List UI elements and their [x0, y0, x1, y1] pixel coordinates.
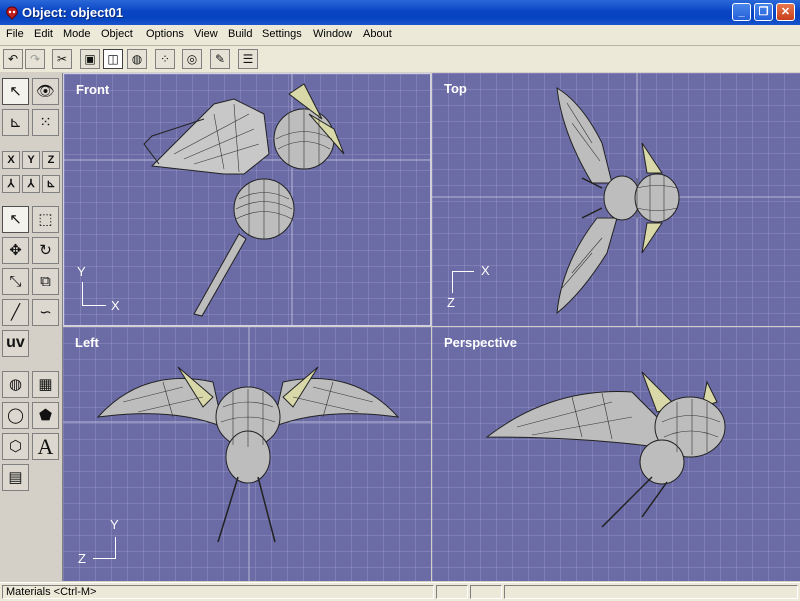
app-icon	[6, 6, 18, 20]
move-icon[interactable]: ✥	[2, 237, 29, 264]
hexagon-icon[interactable]: ⬡	[2, 433, 29, 460]
coord-system-2-icon[interactable]: ⅄	[22, 175, 40, 193]
scale-icon[interactable]: ⤡	[2, 268, 29, 295]
top-axis-horizontal-line	[452, 271, 474, 272]
top-axis-horizontal-label: X	[481, 263, 490, 278]
axis-x-button[interactable]: X	[2, 151, 20, 169]
viewport-perspective[interactable]: Perspective	[432, 327, 800, 581]
curve-icon[interactable]: ∽	[32, 299, 59, 326]
menu-build[interactable]: Build	[228, 28, 252, 40]
menu-bar: File Edit Mode Object Options View Build…	[0, 25, 800, 46]
maximize-button[interactable]: ❐	[754, 3, 773, 21]
menu-settings[interactable]: Settings	[262, 28, 302, 40]
front-axis-vertical-line	[82, 282, 83, 306]
uv-button[interactable]: uv	[2, 330, 29, 357]
cube-grid-icon[interactable]: ▦	[32, 371, 59, 398]
window-title: Object: object01	[22, 5, 124, 20]
coord-system-3-icon[interactable]: ⊾	[42, 175, 60, 193]
left-axis-horizontal-label: Z	[78, 551, 86, 566]
list-icon[interactable]: ☰	[238, 49, 258, 69]
viewport-top[interactable]: Top X Z	[432, 73, 800, 326]
coord-system-1-icon[interactable]: ⅄	[2, 175, 20, 193]
torus-icon[interactable]: ◯	[2, 402, 29, 429]
left-axis-vertical-label: Y	[110, 517, 119, 532]
bat-model-top	[432, 73, 800, 326]
viewport-front[interactable]: Front Y X	[63, 73, 431, 326]
pin-icon[interactable]: ✎	[210, 49, 230, 69]
bat-model-left	[63, 327, 431, 581]
rotate-icon[interactable]: ↻	[32, 237, 59, 264]
left-axis-vertical-line	[115, 537, 116, 559]
axis-icon[interactable]: ⊾	[2, 109, 29, 136]
points-icon[interactable]: ⁙	[32, 109, 59, 136]
menu-about[interactable]: About	[363, 28, 392, 40]
sphere-icon[interactable]: ◍	[2, 371, 29, 398]
status-bar: Materials <Ctrl-M>	[0, 582, 800, 601]
view-mode-1-icon[interactable]: ▣	[80, 49, 100, 69]
undo-icon[interactable]: ↶	[3, 49, 23, 69]
marquee-select-icon[interactable]: ⬚	[32, 206, 59, 233]
axis-y-button[interactable]: Y	[22, 151, 40, 169]
bat-model-perspective	[485, 371, 726, 528]
front-axis-horizontal-label: X	[111, 298, 120, 313]
polyhedron-icon[interactable]: ⬟	[32, 402, 59, 429]
four-views-icon[interactable]: ⁘	[155, 49, 175, 69]
tool-palette: ↖ 👁 ⊾ ⁙ X Y Z ⅄ ⅄ ⊾ ↖ ⬚ ✥ ↻ ⤡ ⧉ ╱ ∽ uv ◍…	[0, 73, 63, 581]
menu-mode[interactable]: Mode	[63, 28, 91, 40]
select-arrow-icon[interactable]: ↖	[2, 206, 29, 233]
front-axis-vertical-label: Y	[77, 264, 86, 279]
extrude-icon[interactable]: ⧉	[32, 268, 59, 295]
title-bar[interactable]: Object: object01 _ ❐ ✕	[0, 0, 800, 25]
menu-file[interactable]: File	[6, 28, 24, 40]
menu-edit[interactable]: Edit	[34, 28, 53, 40]
text-tool-button[interactable]: A	[32, 433, 59, 460]
status-panel-2	[436, 585, 468, 599]
menu-options[interactable]: Options	[146, 28, 184, 40]
arrow-icon[interactable]: ↖	[2, 78, 29, 105]
status-panel-4	[504, 585, 798, 599]
bat-model-front	[64, 74, 430, 325]
status-panel-3	[470, 585, 502, 599]
menu-view[interactable]: View	[194, 28, 218, 40]
circle-icon[interactable]: ◎	[182, 49, 202, 69]
line-icon[interactable]: ╱	[2, 299, 29, 326]
eye-icon[interactable]: 👁	[32, 78, 59, 105]
menu-object[interactable]: Object	[101, 28, 133, 40]
minimize-button[interactable]: _	[732, 3, 751, 21]
main-toolbar: ↶ ↷ ✂ ▣ ◫ ◍ ⁘ ◎ ✎ ☰	[0, 46, 800, 72]
view-mode-3-icon[interactable]: ◍	[127, 49, 147, 69]
status-text: Materials <Ctrl-M>	[2, 585, 434, 599]
redo-icon[interactable]: ↷	[25, 49, 45, 69]
menu-window[interactable]: Window	[313, 28, 352, 40]
close-button[interactable]: ✕	[776, 3, 795, 21]
top-axis-vertical-label: Z	[447, 295, 455, 310]
front-axis-horizontal-line	[82, 305, 106, 306]
top-axis-vertical-line	[452, 271, 453, 293]
view-mode-2-icon[interactable]: ◫	[103, 49, 123, 69]
table-icon[interactable]: ▤	[2, 464, 29, 491]
scissors-icon[interactable]: ✂	[52, 49, 72, 69]
axis-z-button[interactable]: Z	[42, 151, 60, 169]
left-axis-horizontal-line	[93, 558, 116, 559]
viewport-left[interactable]: Left Y Z	[63, 327, 431, 581]
